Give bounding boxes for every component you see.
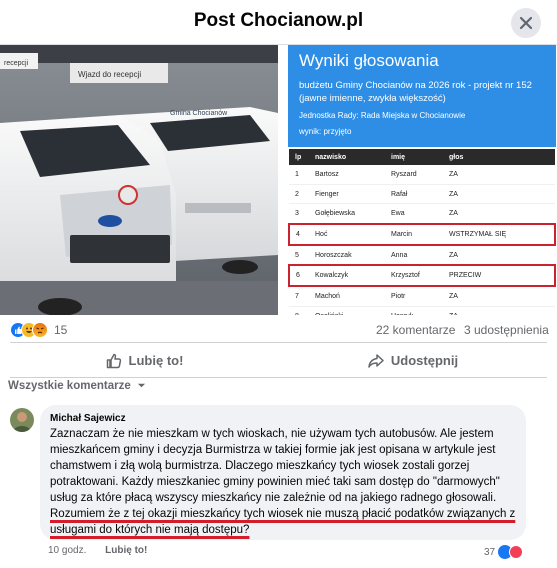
comment-like-button[interactable]: Lubię to! bbox=[105, 545, 147, 556]
votes-table-header: lp nazwisko imię głos bbox=[289, 149, 555, 165]
share-icon bbox=[368, 353, 384, 368]
vote-cell-vote: ZA bbox=[443, 306, 555, 315]
comment-reactions-count: 37 bbox=[484, 546, 496, 558]
close-icon bbox=[519, 16, 533, 30]
vote-row: 6 Kowalczyk Krzysztof PRZECIW bbox=[288, 264, 556, 288]
vote-cell-surname: Gołębiewska bbox=[309, 203, 385, 225]
angry-icon bbox=[32, 322, 48, 338]
voting-results-document[interactable]: Wyniki głosowania budżetu Gminy Chocianó… bbox=[280, 45, 557, 315]
vote-row: 8OsolińskiHenrykZA bbox=[289, 306, 555, 315]
column-header: nazwisko bbox=[309, 149, 385, 165]
sign-text: Wjazd do recepcji bbox=[78, 70, 141, 79]
vote-cell-vote: WSTRZYMAŁ SIĘ bbox=[443, 223, 556, 246]
comments-sort-label: Wszystkie komentarze bbox=[8, 380, 131, 392]
column-header: lp bbox=[289, 149, 309, 165]
vote-row: 7 Machoń Piotr ZA bbox=[289, 286, 555, 307]
comment-reactions[interactable]: 37 bbox=[484, 545, 524, 559]
vote-cell-lp: 2 bbox=[289, 184, 309, 205]
vote-row: 1 Bartosz Ryszard ZA bbox=[289, 165, 555, 185]
vote-cell-name: Krzysztof bbox=[385, 264, 443, 288]
vote-cell-vote: ZA bbox=[443, 244, 555, 266]
love-icon bbox=[509, 545, 524, 559]
dialog-title: Post Chocianow.pl bbox=[193, 10, 364, 31]
divider bbox=[10, 342, 547, 343]
vote-cell-surname: Bartosz bbox=[309, 165, 385, 185]
vote-cell-vote: ZA bbox=[443, 286, 555, 307]
like-label: Lubię to! bbox=[128, 353, 184, 368]
vote-cell-name: Henryk bbox=[385, 306, 443, 315]
comment-underlined-text: Rozumiem że z tej okazji mieszkańcy tych… bbox=[50, 508, 516, 536]
vote-cell-lp: 8 bbox=[289, 306, 309, 315]
comment-meta: 10 godz. Lubię to! bbox=[48, 545, 163, 556]
vote-cell-name: Ewa bbox=[385, 203, 443, 225]
close-button[interactable] bbox=[511, 8, 541, 38]
document-title: Wyniki głosowania bbox=[299, 51, 439, 70]
comment-time[interactable]: 10 godz. bbox=[48, 545, 86, 556]
divider bbox=[10, 377, 547, 378]
chevron-down-icon bbox=[137, 384, 146, 388]
column-header: imię bbox=[385, 149, 443, 165]
bus-photo[interactable]: recepcji Wjazd do recepcji Gmina Chocian… bbox=[0, 45, 278, 315]
sign-text: recepcji bbox=[4, 60, 29, 67]
comment-body: Zaznaczam że nie mieszkam w tych wioskac… bbox=[50, 428, 500, 504]
vote-cell-surname: Fienger bbox=[309, 184, 385, 205]
vote-cell-surname: Horoszczak bbox=[309, 244, 385, 266]
comment-text: Zaznaczam że nie mieszkam w tych wioskac… bbox=[50, 426, 518, 538]
reactions-count[interactable]: 15 bbox=[54, 323, 67, 337]
vote-cell-lp: 1 bbox=[289, 165, 309, 185]
share-button[interactable]: Udostępnij bbox=[278, 344, 547, 377]
comment-bubble: Michał Sajewicz Zaznaczam że nie mieszka… bbox=[40, 405, 526, 540]
document-subtitle: budżetu Gminy Chocianów na 2026 rok - pr… bbox=[299, 80, 532, 104]
post-stats: 15 22 komentarze 3 udostępnienia bbox=[10, 318, 550, 342]
vote-row: 5 Horoszczak Anna ZA bbox=[289, 244, 555, 266]
shares-count[interactable]: 3 udostępnienia bbox=[464, 323, 549, 337]
minibus-image: recepcji Wjazd do recepcji Gmina Chocian… bbox=[0, 45, 278, 315]
vote-cell-name: Anna bbox=[385, 244, 443, 266]
van-logo-text: Gmina Chocianów bbox=[170, 110, 228, 117]
vote-cell-lp: 7 bbox=[289, 286, 309, 307]
vote-cell-vote: ZA bbox=[443, 203, 555, 225]
avatar[interactable] bbox=[10, 408, 34, 432]
vote-cell-surname: Kowalczyk bbox=[309, 264, 385, 288]
comment-author[interactable]: Michał Sajewicz bbox=[50, 413, 126, 424]
document-header: Wyniki głosowania budżetu Gminy Chocianó… bbox=[288, 45, 556, 147]
vote-row: 2 Fienger Rafał ZA bbox=[289, 184, 555, 205]
vote-cell-name: Rafał bbox=[385, 184, 443, 205]
vote-cell-surname: Hoć bbox=[309, 223, 385, 246]
vote-cell-surname: Osoliński bbox=[309, 306, 385, 315]
dialog-header: Post Chocianow.pl bbox=[0, 0, 557, 45]
thumbs-up-icon bbox=[106, 353, 121, 368]
vote-cell-vote: ZA bbox=[443, 184, 555, 205]
vote-row: 3 Gołębiewska Ewa ZA bbox=[289, 203, 555, 225]
vote-cell-lp: 3 bbox=[289, 203, 309, 225]
vote-cell-lp: 5 bbox=[289, 244, 309, 266]
comments-count[interactable]: 22 komentarze bbox=[376, 323, 455, 337]
post-actions: Lubię to! Udostępnij bbox=[10, 344, 547, 377]
vote-cell-surname: Machoń bbox=[309, 286, 385, 307]
post-media[interactable]: recepcji Wjazd do recepcji Gmina Chocian… bbox=[0, 45, 557, 315]
vote-row: 4 Hoć Marcin WSTRZYMAŁ SIĘ bbox=[288, 223, 556, 246]
document-result: wynik: przyjęto bbox=[299, 127, 352, 136]
vote-cell-lp: 6 bbox=[288, 264, 309, 288]
like-button[interactable]: Lubię to! bbox=[10, 344, 278, 377]
document-unit: Jednostka Rady: Rada Miejska w Chocianow… bbox=[299, 111, 466, 120]
comments-sort-dropdown[interactable]: Wszystkie komentarze bbox=[8, 380, 146, 392]
vote-cell-name: Piotr bbox=[385, 286, 443, 307]
vote-cell-lp: 4 bbox=[288, 223, 309, 246]
column-header: głos bbox=[443, 149, 555, 165]
vote-cell-vote: ZA bbox=[443, 165, 555, 185]
vote-cell-name: Ryszard bbox=[385, 165, 443, 185]
vote-cell-vote: PRZECIW bbox=[443, 264, 556, 288]
votes-table: lp nazwisko imię głos 1 Bartosz Ryszard ZA 2… bbox=[288, 149, 556, 315]
vote-cell-name: Marcin bbox=[385, 223, 443, 246]
share-label: Udostępnij bbox=[390, 353, 459, 368]
